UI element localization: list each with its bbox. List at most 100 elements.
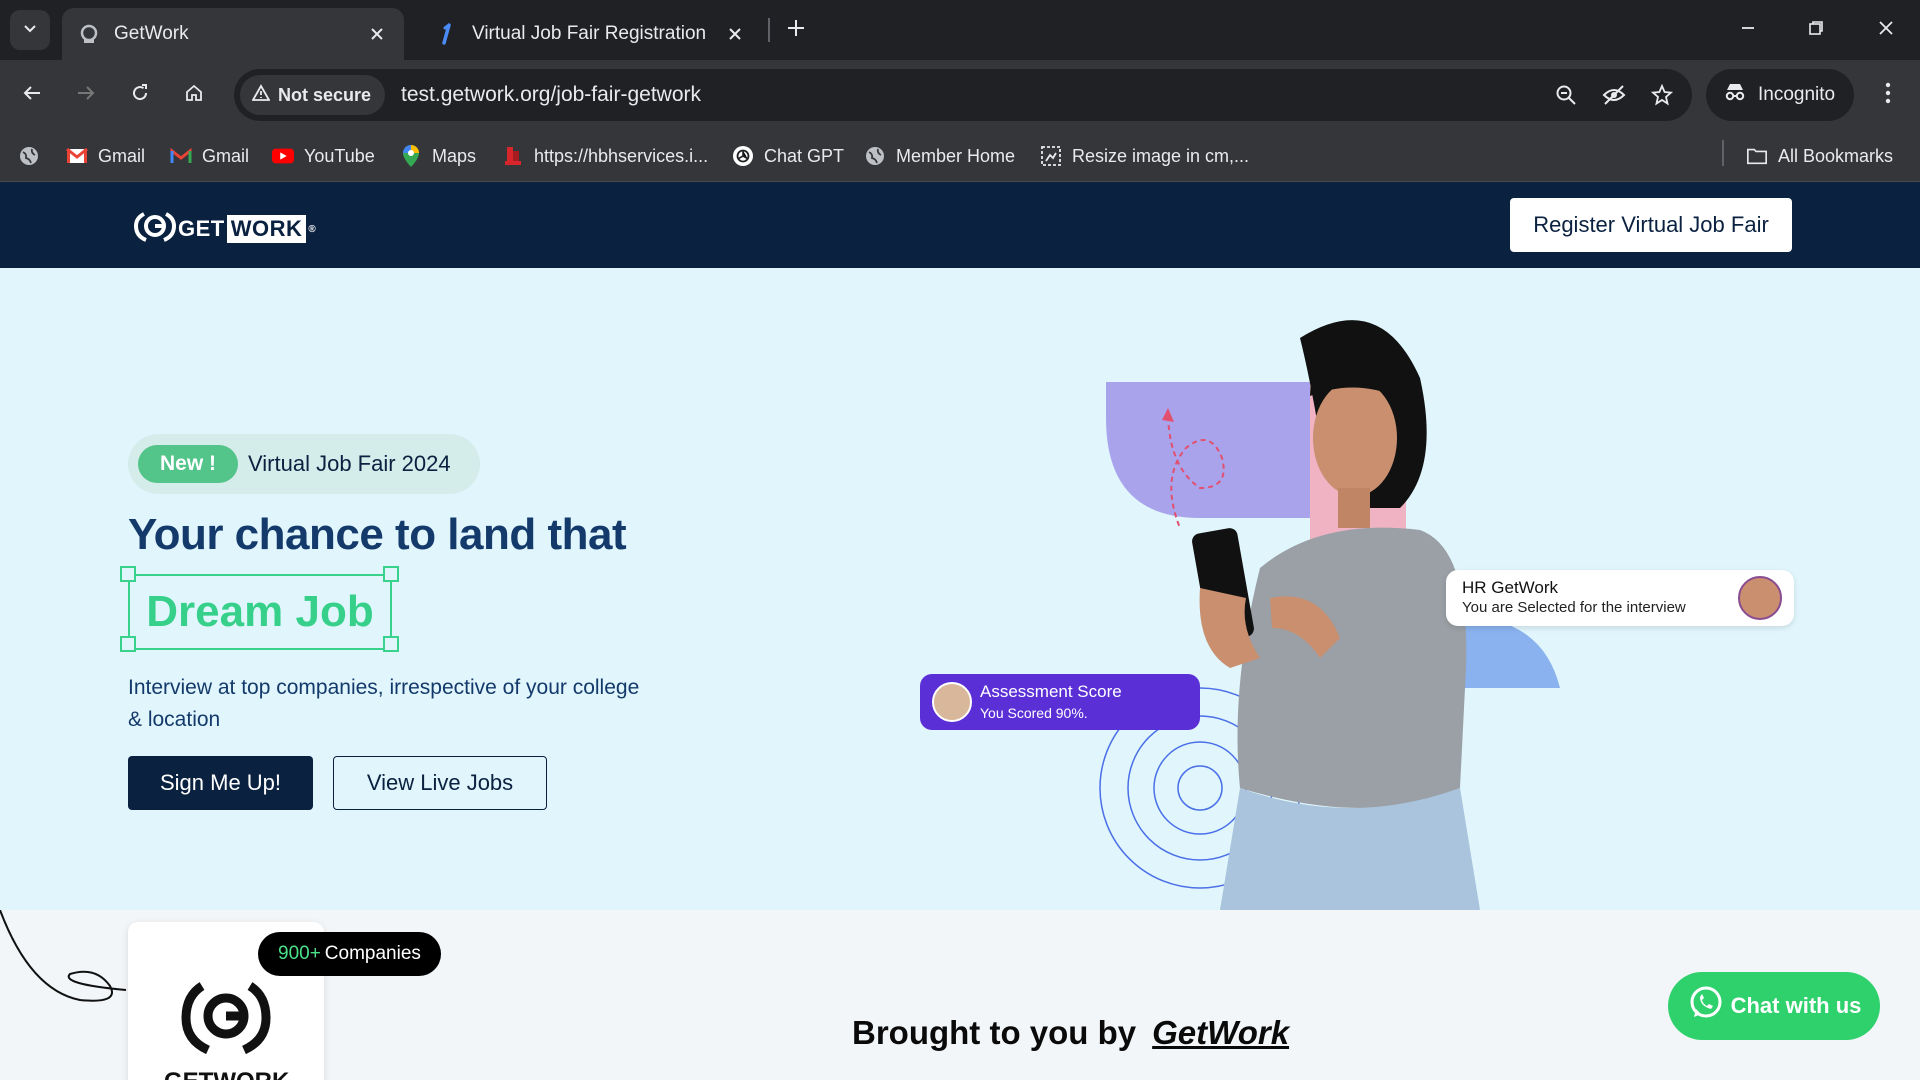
reload-button[interactable] <box>120 75 160 115</box>
bookmark-resize-image[interactable]: Resize image in cm,... <box>1040 140 1249 172</box>
form-favicon-icon <box>436 23 458 45</box>
registered-mark: ® <box>308 223 317 235</box>
home-button[interactable] <box>174 75 214 115</box>
folder-icon <box>1746 145 1768 167</box>
logo-text-work: WORK <box>226 215 307 243</box>
partners-section: GETWORK 900+ Companies Brought to you by… <box>0 910 1920 1080</box>
getwork-logo-icon <box>181 982 271 1055</box>
back-button[interactable] <box>12 75 52 115</box>
bookmark-label: Resize image in cm,... <box>1072 145 1250 166</box>
tab-separator <box>768 18 770 42</box>
address-bar[interactable]: Not secure test.getwork.org/job-fair-get… <box>234 69 1692 121</box>
close-icon[interactable] <box>724 23 746 45</box>
selection-handle <box>120 636 136 652</box>
bookmark-label: Member Home <box>896 145 1016 166</box>
sign-me-up-button[interactable]: Sign Me Up! <box>128 756 313 810</box>
home-icon <box>184 83 204 108</box>
warning-icon <box>251 83 278 107</box>
logo-card-text: GETWORK <box>164 1068 289 1080</box>
getwork-logo[interactable]: GET WORK ® <box>132 208 316 250</box>
new-tab-button[interactable] <box>780 14 812 46</box>
eye-off-icon[interactable] <box>1596 77 1632 113</box>
hero-section: New ! Virtual Job Fair 2024 Your chance … <box>0 268 1920 910</box>
bookmark-gmail-2[interactable]: Gmail <box>170 140 249 172</box>
bookmark-label: https://hbhservices.i... <box>534 145 709 166</box>
bookmark-label: Chat GPT <box>764 145 845 166</box>
restore-icon <box>1808 20 1824 41</box>
bookmark-label: YouTube <box>304 145 375 166</box>
chatgpt-icon <box>732 145 754 167</box>
globe-icon <box>18 145 40 167</box>
bookmarks-bar: Gmail Gmail YouTube Maps https://hbhserv… <box>0 130 1920 182</box>
security-label: Not secure <box>278 84 372 105</box>
all-bookmarks-button[interactable]: All Bookmarks <box>1746 140 1893 172</box>
bookmarks-separator <box>1722 140 1724 166</box>
site-icon <box>502 145 524 167</box>
bookmark-label: Gmail <box>202 145 250 166</box>
arrow-left-icon <box>22 83 42 108</box>
logo-text-get: GET <box>178 216 225 241</box>
bookmark-label: Gmail <box>98 145 146 166</box>
close-window-button[interactable] <box>1866 10 1906 50</box>
zoom-icon[interactable] <box>1548 77 1584 113</box>
avatar <box>1738 576 1782 620</box>
brought-to-you-heading: Brought to you by GetWork <box>852 1014 1289 1052</box>
browser-menu-button[interactable] <box>1870 75 1906 115</box>
view-live-jobs-button[interactable]: View Live Jobs <box>333 756 547 810</box>
maps-icon <box>400 145 422 167</box>
resize-icon <box>1040 145 1062 167</box>
bookmark-gmail-1[interactable]: Gmail <box>66 140 145 172</box>
selection-handle <box>383 566 399 582</box>
new-pill: New ! <box>138 445 239 483</box>
selection-handle <box>120 566 136 582</box>
chat-with-us-button[interactable]: Chat with us <box>1668 972 1880 1040</box>
tab-virtual-job-fair[interactable]: Virtual Job Fair Registration <box>420 8 762 60</box>
bookmark-youtube[interactable]: YouTube <box>272 140 375 172</box>
new-badge: New ! Virtual Job Fair 2024 <box>128 434 480 494</box>
incognito-profile-button[interactable]: Incognito <box>1706 69 1854 121</box>
bookmark-member-home[interactable]: Member Home <box>864 140 1015 172</box>
bookmark-label: All Bookmarks <box>1778 145 1894 166</box>
globe-icon <box>864 145 886 167</box>
arrow-right-icon <box>76 83 96 108</box>
security-chip[interactable]: Not secure <box>240 75 386 115</box>
companies-label: Companies <box>324 943 421 964</box>
forward-button[interactable] <box>66 75 106 115</box>
plus-icon <box>787 19 805 42</box>
minimize-button[interactable] <box>1728 10 1768 50</box>
close-icon[interactable] <box>366 23 388 45</box>
whatsapp-icon <box>1687 984 1731 1028</box>
decorative-curve <box>0 910 127 1002</box>
bookmark-globe[interactable] <box>18 140 50 172</box>
hero-subtext: Interview at top companies, irrespective… <box>128 676 640 731</box>
browser-toolbar: Not secure test.getwork.org/job-fair-get… <box>0 60 1920 130</box>
chevron-down-icon <box>22 20 38 41</box>
register-virtual-job-fair-button[interactable]: Register Virtual Job Fair <box>1510 198 1792 252</box>
profile-label: Incognito <box>1758 84 1836 105</box>
getwork-logo-icon <box>132 208 178 250</box>
chat-label: Chat with us <box>1730 993 1862 1018</box>
tab-getwork[interactable]: GetWork <box>62 8 404 60</box>
more-vertical-icon <box>1885 82 1891 109</box>
assessment-card-message: You Scored 90%. <box>980 705 1088 721</box>
avatar <box>932 682 972 722</box>
bookmark-chatgpt[interactable]: Chat GPT <box>732 140 844 172</box>
brought-label: Brought to you by <box>852 1014 1137 1051</box>
minimize-icon <box>1740 20 1756 41</box>
star-icon[interactable] <box>1644 77 1680 113</box>
restore-button[interactable] <box>1796 10 1836 50</box>
companies-count-badge: 900+ Companies <box>258 932 441 976</box>
tab-search-button[interactable] <box>10 10 50 50</box>
url-text[interactable]: test.getwork.org/job-fair-getwork <box>401 83 1548 107</box>
tab-title: Virtual Job Fair Registration <box>472 23 707 44</box>
bookmark-hbhservices[interactable]: https://hbhservices.i... <box>502 140 708 172</box>
badge-label: Virtual Job Fair 2024 <box>248 451 451 476</box>
dream-job-highlight: Dream Job <box>128 574 392 650</box>
companies-count: 900+ <box>278 943 321 964</box>
youtube-icon <box>272 145 294 167</box>
reload-icon <box>130 83 150 108</box>
assessment-card-title: Assessment Score <box>980 682 1122 701</box>
bookmark-maps[interactable]: Maps <box>400 140 476 172</box>
getwork-favicon-icon <box>78 23 100 45</box>
brand-name: GetWork <box>1152 1014 1290 1051</box>
